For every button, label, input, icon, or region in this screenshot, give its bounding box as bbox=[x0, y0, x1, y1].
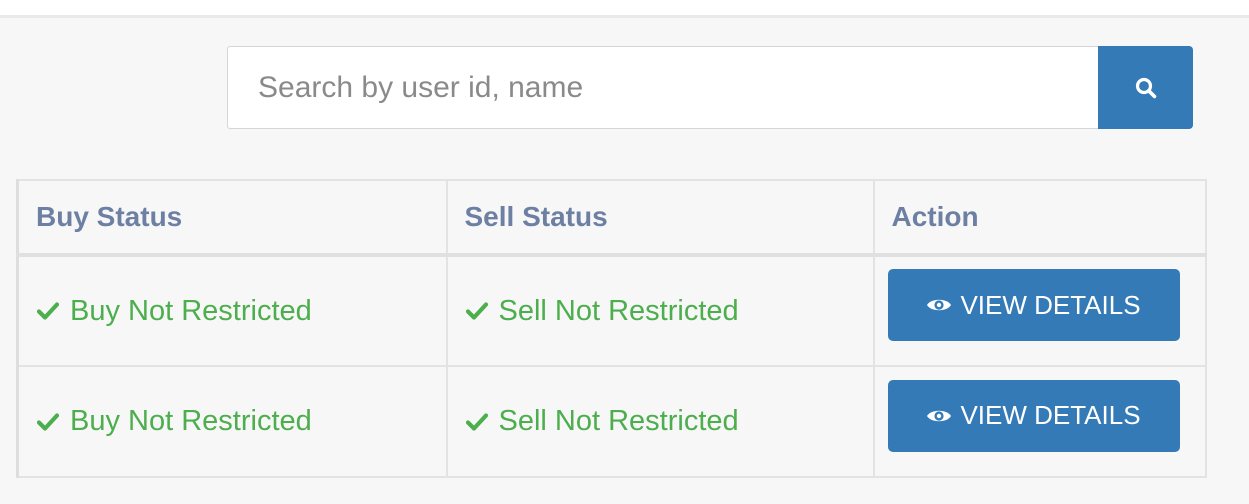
buy-status-label: Buy Not Restricted bbox=[70, 405, 312, 437]
buy-status-cell: Buy Not Restricted bbox=[16, 365, 448, 478]
table-header-row: Buy Status Sell Status Action bbox=[16, 179, 1207, 257]
top-divider bbox=[0, 0, 1249, 18]
buy-status: Buy Not Restricted bbox=[36, 405, 446, 438]
sell-status-cell: Sell Not Restricted bbox=[445, 365, 875, 478]
check-icon bbox=[36, 410, 60, 434]
view-details-label: VIEW DETAILS bbox=[960, 400, 1141, 430]
check-icon bbox=[465, 299, 489, 323]
sell-status: Sell Not Restricted bbox=[465, 295, 873, 328]
search-button[interactable] bbox=[1098, 46, 1193, 129]
view-details-button[interactable]: VIEW DETAILS bbox=[887, 379, 1180, 452]
user-status-table: Buy Status Sell Status Action Buy Not Re… bbox=[16, 179, 1207, 478]
action-cell: VIEW DETAILS bbox=[872, 254, 1207, 367]
sell-status-cell: Sell Not Restricted bbox=[445, 254, 875, 367]
search-input[interactable] bbox=[227, 46, 1098, 129]
check-icon bbox=[36, 299, 60, 323]
table-row: Buy Not Restricted Sell Not Restricted V… bbox=[16, 365, 1207, 478]
sell-status-label: Sell Not Restricted bbox=[498, 405, 739, 437]
header-buy-status: Buy Status bbox=[16, 179, 448, 257]
table-row: Buy Not Restricted Sell Not Restricted V… bbox=[16, 254, 1207, 367]
view-details-label: VIEW DETAILS bbox=[960, 289, 1141, 320]
buy-status: Buy Not Restricted bbox=[36, 295, 446, 328]
sell-status-label: Sell Not Restricted bbox=[498, 294, 739, 327]
view-details-button[interactable]: VIEW DETAILS bbox=[887, 269, 1180, 341]
buy-status-label: Buy Not Restricted bbox=[70, 294, 312, 327]
eye-icon bbox=[926, 295, 952, 315]
header-sell-status: Sell Status bbox=[445, 179, 875, 257]
search-icon bbox=[1135, 77, 1156, 98]
eye-icon bbox=[926, 406, 952, 426]
sell-status: Sell Not Restricted bbox=[465, 405, 873, 438]
user-restriction-panel: Buy Status Sell Status Action Buy Not Re… bbox=[0, 0, 1249, 504]
search-bar bbox=[227, 46, 1193, 129]
buy-status-cell: Buy Not Restricted bbox=[16, 254, 448, 367]
check-icon bbox=[465, 410, 489, 434]
header-action: Action bbox=[872, 179, 1207, 257]
action-cell: VIEW DETAILS bbox=[872, 365, 1207, 478]
